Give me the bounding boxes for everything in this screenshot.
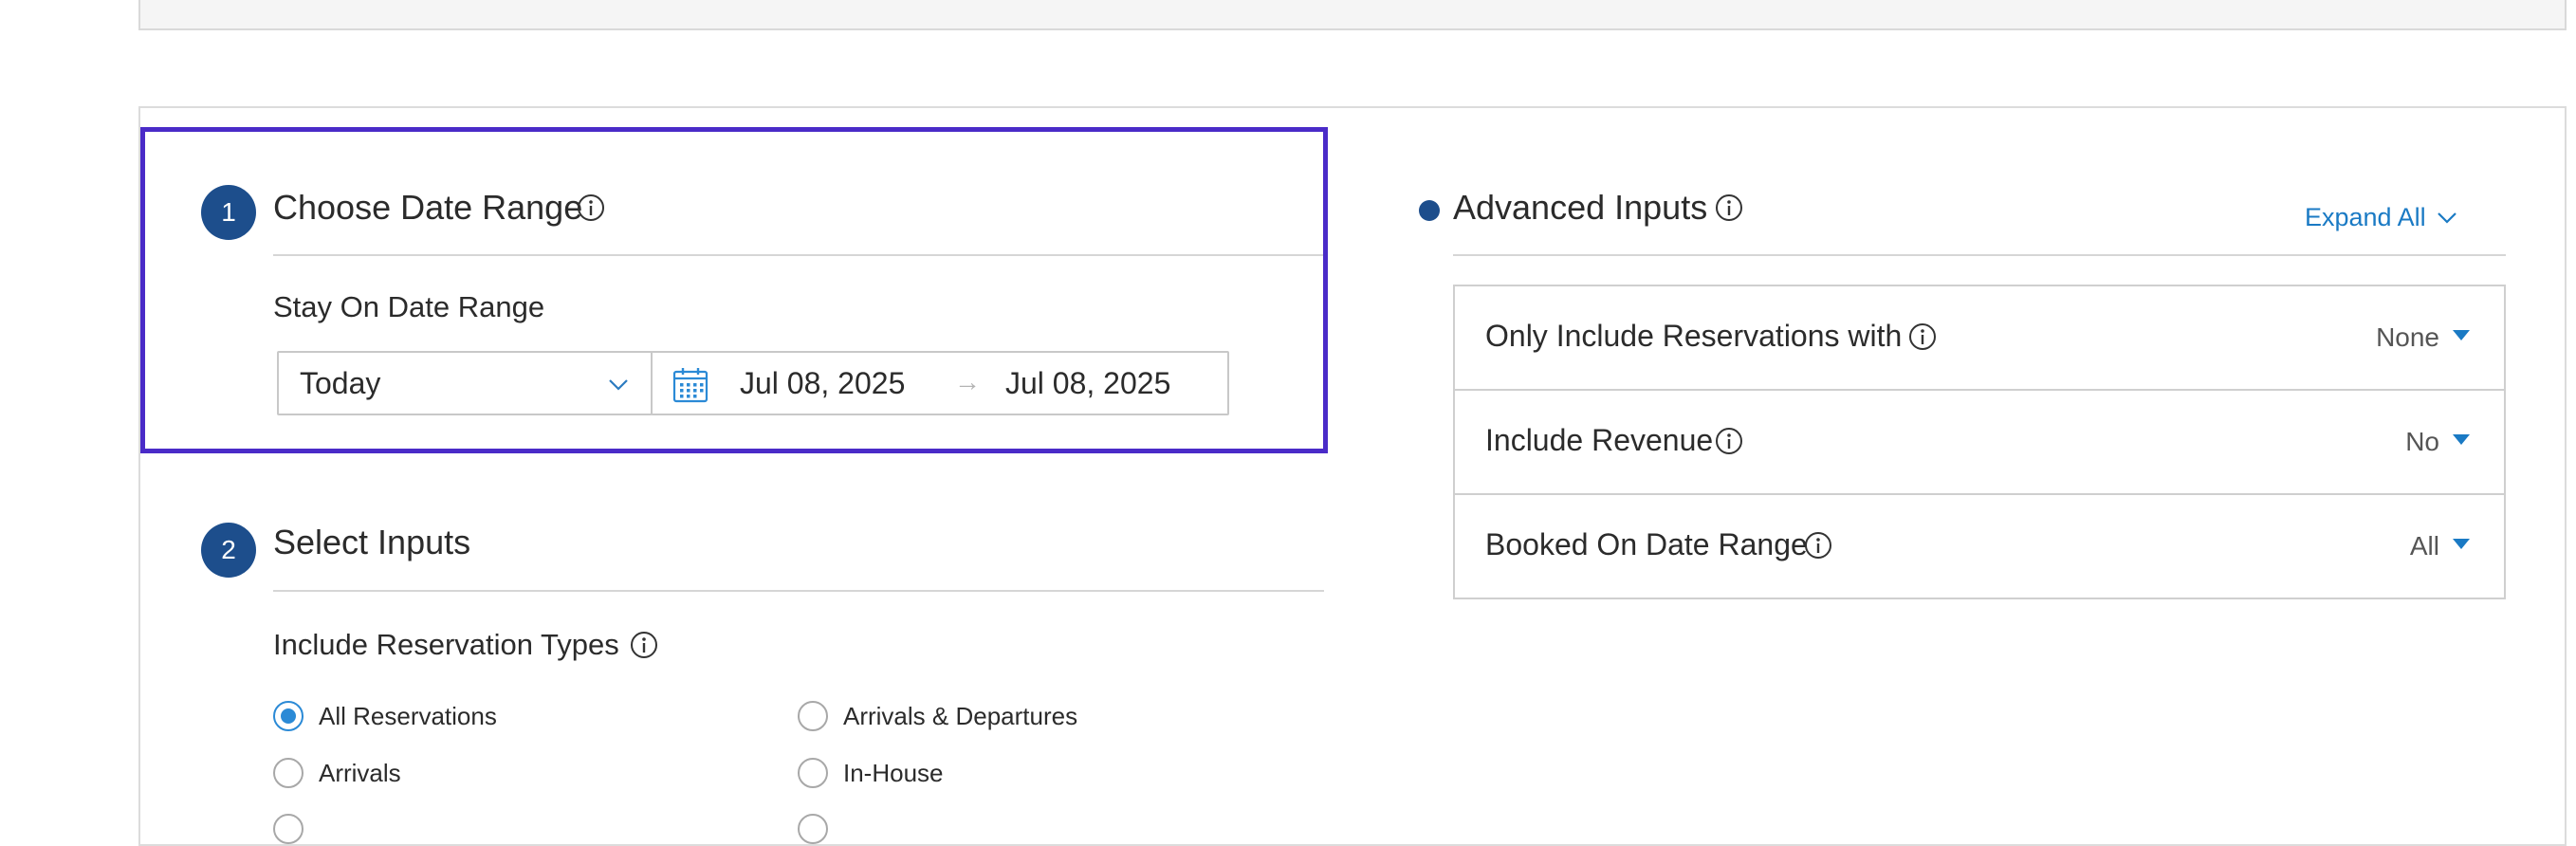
chevron-down-icon (2437, 212, 2456, 224)
radio-in-house[interactable] (798, 758, 828, 788)
step-2-badge: 2 (201, 523, 256, 578)
info-icon[interactable] (630, 631, 658, 659)
radio-arrivals-departures[interactable] (798, 701, 828, 731)
radio-label-in-house: In-House (843, 759, 944, 787)
info-icon[interactable] (1715, 193, 1743, 222)
advanced-row-value[interactable]: No (2405, 427, 2439, 457)
section-2-divider (273, 590, 1324, 592)
radio-option-partial[interactable] (798, 814, 828, 844)
advanced-inputs-table: Only Include Reservations with None Incl… (1453, 285, 2506, 599)
radio-all-reservations[interactable] (273, 701, 304, 731)
radio-option-partial[interactable] (273, 814, 304, 844)
advanced-divider (1453, 254, 2506, 256)
advanced-row-only-include[interactable]: Only Include Reservations with None (1455, 286, 2504, 391)
advanced-row-label: Include Revenue (1485, 423, 1714, 457)
advanced-inputs-title: Advanced Inputs (1453, 188, 1708, 227)
advanced-row-booked-on[interactable]: Booked On Date Range All (1455, 495, 2504, 599)
info-icon[interactable] (1804, 531, 1832, 560)
include-reservation-types-label: Include Reservation Types (273, 628, 619, 661)
radio-arrivals[interactable] (273, 758, 304, 788)
top-panel (138, 0, 2567, 30)
expand-all-label: Expand All (2305, 203, 2426, 231)
info-icon[interactable] (1908, 322, 1937, 351)
date-range-highlight (140, 127, 1328, 453)
advanced-bullet (1419, 200, 1440, 221)
info-icon[interactable] (1715, 427, 1743, 455)
caret-down-icon[interactable] (2453, 434, 2470, 445)
expand-all-button[interactable]: Expand All (2305, 203, 2458, 232)
advanced-row-label: Booked On Date Range (1485, 527, 1808, 561)
caret-down-icon[interactable] (2453, 539, 2470, 549)
radio-label-all-reservations: All Reservations (319, 702, 497, 730)
advanced-row-value[interactable]: None (2376, 322, 2439, 353)
select-inputs-title: Select Inputs (273, 523, 471, 561)
radio-label-arrivals-departures: Arrivals & Departures (843, 702, 1078, 730)
radio-label-arrivals: Arrivals (319, 759, 401, 787)
caret-down-icon[interactable] (2453, 330, 2470, 340)
advanced-row-include-revenue[interactable]: Include Revenue No (1455, 391, 2504, 495)
advanced-row-value[interactable]: All (2410, 531, 2439, 561)
advanced-row-label: Only Include Reservations with (1485, 319, 1903, 353)
